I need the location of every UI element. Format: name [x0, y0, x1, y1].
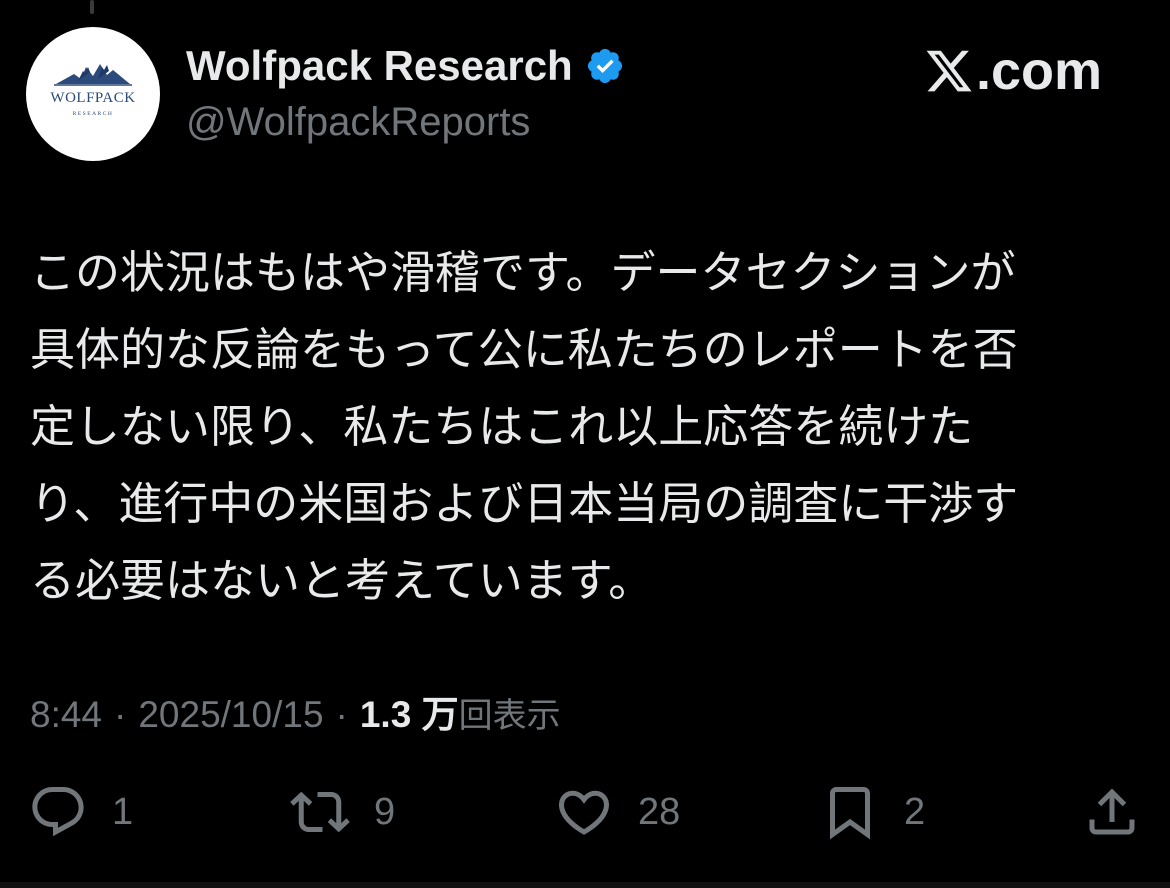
bookmark-button[interactable]: 2: [820, 780, 925, 844]
reply-count: 1: [112, 790, 134, 833]
reply-button[interactable]: 1: [28, 780, 133, 844]
tweet-meta: 8:44 · 2025/10/15 · 1.3 万 回表示: [30, 684, 561, 738]
tweet-line: この状況はもはや滑稽です。データセクションが: [30, 246, 1016, 299]
repost-button[interactable]: 9: [290, 780, 395, 844]
tweet-line: り、進行中の米国および日本当局の調査に干渉す: [30, 477, 1019, 530]
share-button[interactable]: [1082, 780, 1142, 844]
meta-separator: ·: [114, 694, 127, 735]
bookmark-count: 2: [904, 790, 926, 833]
author-name[interactable]: Wolfpack Research: [186, 42, 625, 90]
repost-icon: [290, 791, 350, 833]
x-logo-icon: [926, 50, 972, 92]
verified-badge-icon: [587, 48, 622, 84]
tweet-line: 具体的な反論をもって公に私たちのレポートを否: [30, 323, 1018, 376]
meta-separator: ·: [335, 694, 348, 735]
author-handle[interactable]: @WolfpackReports: [186, 100, 530, 145]
share-icon: [1089, 788, 1135, 835]
tweet-line: る必要はないと考えています。: [30, 554, 654, 607]
views-label: 回表示: [458, 696, 561, 736]
views-count[interactable]: 1.3 万: [360, 684, 459, 738]
action-bar: 1 9 28 2: [0, 780, 1170, 844]
bookmark-icon: [830, 787, 870, 840]
heart-icon: [558, 790, 610, 835]
author-name-label: Wolfpack Research: [186, 42, 573, 89]
wolfpack-logo-icon: WOLFPACK RESEARCH: [50, 64, 135, 117]
like-count: 28: [638, 790, 681, 833]
brand-domain: .com: [975, 41, 1102, 101]
svg-text:WOLFPACK: WOLFPACK: [50, 90, 135, 106]
tweet-text: この状況はもはや滑稽です。データセクションが 具体的な反論をもって公に私たちのレ…: [30, 234, 1090, 619]
top-divider-tick: [90, 0, 94, 14]
like-button[interactable]: 28: [554, 780, 680, 844]
tweet-time[interactable]: 8:44: [30, 694, 102, 736]
bottom-edge: [0, 882, 1170, 888]
repost-count: 9: [374, 790, 396, 833]
avatar[interactable]: WOLFPACK RESEARCH: [26, 27, 160, 161]
reply-icon: [32, 787, 84, 837]
svg-text:RESEARCH: RESEARCH: [73, 111, 114, 117]
brand-watermark: .com: [924, 40, 1102, 102]
tweet-line: 定しない限り、私たちはこれ以上応答を続けた: [30, 400, 974, 453]
tweet-date[interactable]: 2025/10/15: [138, 694, 323, 736]
